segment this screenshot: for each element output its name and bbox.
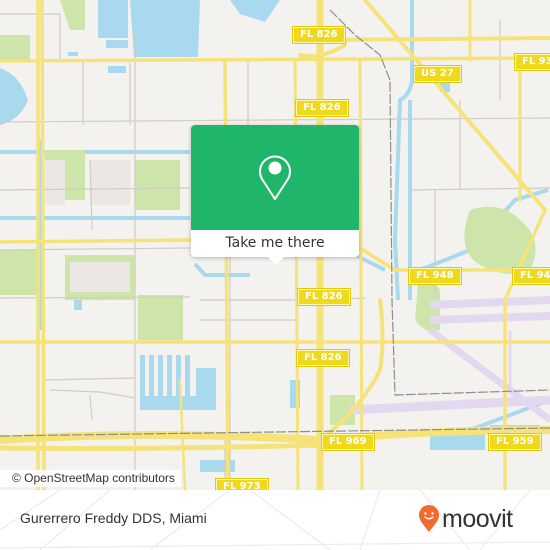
moovit-logo[interactable]: moovit: [418, 504, 513, 534]
road-label-fl948: FL 948: [409, 268, 461, 284]
road-label-fl948: FL 948: [513, 268, 550, 284]
road-label-fl973: FL 973: [216, 479, 268, 490]
road-label-fl826: FL 826: [298, 289, 350, 305]
place-title: Gurerrero Freddy DDS, Miami: [20, 510, 207, 526]
take-me-there-button[interactable]: Take me there: [191, 230, 359, 257]
moovit-pin-icon: [419, 505, 439, 532]
footer-bar: Gurerrero Freddy DDS, Miami moovit: [0, 490, 550, 550]
road-label-fl826: FL 826: [296, 100, 348, 116]
popup-pointer: [268, 257, 284, 265]
location-popup[interactable]: Take me there: [191, 125, 359, 265]
road-label-fl826: FL 826: [297, 350, 349, 366]
road-label-fl826: FL 826: [293, 27, 345, 43]
map-view[interactable]: FL 826 FL 93 US 27 FL 826 FL 948 FL 948 …: [0, 0, 550, 490]
road-label-us27: US 27: [414, 66, 461, 82]
road-label-fl959: FL 959: [489, 434, 541, 450]
road-label-fl93: FL 93: [515, 54, 550, 70]
map-pin-icon: [259, 155, 291, 200]
map-attribution[interactable]: © OpenStreetMap contributors: [0, 470, 181, 487]
brand-name: moovit: [442, 505, 513, 533]
popup-header: [191, 125, 359, 230]
road-label-fl969: FL 969: [322, 434, 374, 450]
